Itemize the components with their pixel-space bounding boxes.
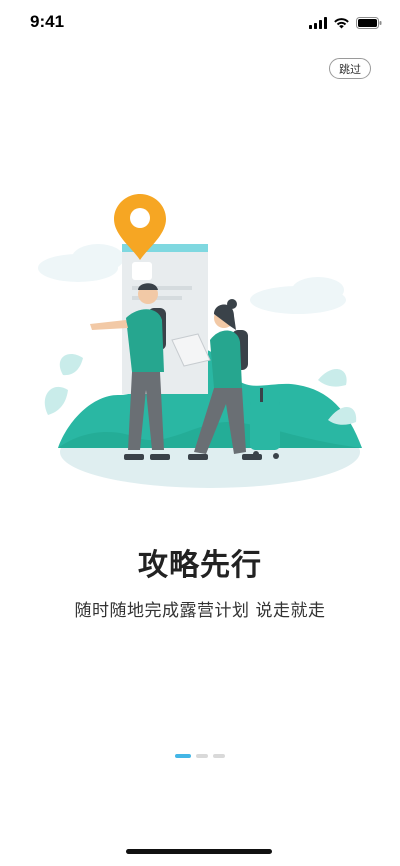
onboarding-illustration xyxy=(28,190,372,500)
skip-button[interactable]: 跳过 xyxy=(329,58,371,79)
page-dot-active xyxy=(175,754,191,758)
cloud-left xyxy=(38,244,124,282)
onboarding-subtitle: 随时随地完成露营计划 说走就走 xyxy=(74,601,326,621)
battery-icon xyxy=(356,14,382,33)
status-icons xyxy=(309,14,382,33)
page-indicator xyxy=(0,754,400,758)
status-bar: 9:41 xyxy=(0,0,400,44)
page-dot xyxy=(196,754,208,758)
onboarding-title: 攻略先行 xyxy=(138,548,262,583)
cloud-right xyxy=(250,277,346,314)
page-dot xyxy=(213,754,225,758)
wifi-icon xyxy=(333,14,350,33)
status-time: 9:41 xyxy=(30,12,65,31)
signal-icon xyxy=(309,14,327,33)
home-indicator xyxy=(126,849,272,854)
